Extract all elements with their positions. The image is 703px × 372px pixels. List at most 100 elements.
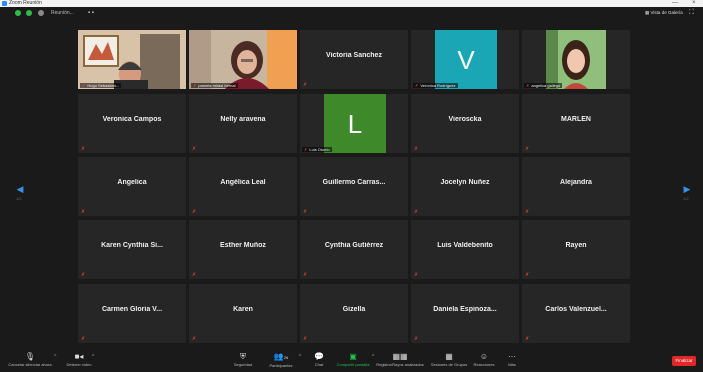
security-button[interactable]: ⛨ Seguridad [229, 352, 257, 368]
meeting-info-label[interactable]: Reunión... [51, 9, 74, 17]
participant-tile[interactable]: Cynthia Gutiérrez ✗ [300, 220, 408, 279]
window-title: Zoom Reunión [9, 0, 42, 6]
participant-tile[interactable]: Jocelyn Nuñez ✗ [411, 157, 519, 216]
participant-tile[interactable]: Gizella ✗ [300, 284, 408, 343]
reactions-button[interactable]: ☺ Reacciones [470, 352, 498, 368]
muted-mic-icon: ✗ [525, 272, 530, 278]
video-options-caret-icon[interactable]: ^ [92, 354, 94, 360]
participant-tile[interactable]: L ✗ Luis Osorio [300, 94, 408, 153]
participant-tile[interactable]: Vieroscka ✗ [411, 94, 519, 153]
participant-tile[interactable]: Alejandra ✗ [522, 157, 630, 216]
participant-name-text: Verónica Rodríguez [420, 83, 456, 88]
participant-name-text: Luis Osorio [309, 147, 330, 152]
participant-video-tile[interactable]: ✗ Hugo Sebastian... [78, 30, 186, 89]
participant-name: Jocelyn Nuñez [440, 179, 490, 186]
record-button[interactable]: ▦▦ Registro/Rayos analizados [376, 352, 424, 368]
participant-video-tile[interactable]: ✗ angelica gallego [522, 30, 630, 89]
ellipsis-icon: ··· [508, 352, 516, 361]
participant-tile[interactable]: V ✗ Verónica Rodríguez [411, 30, 519, 89]
participant-tile[interactable]: Guillermo Carras... ✗ [300, 157, 408, 216]
participant-name: Carlos Valenzuel... [545, 306, 607, 313]
participant-name-label: ✗ pamela mirasi bernal [191, 83, 238, 88]
participant-tile[interactable]: Victoria Sanchez ✗ [300, 30, 408, 89]
breakout-rooms-button[interactable]: ▦ Sesiones de Grupos [430, 352, 468, 368]
share-screen-label: Compartir pantalla [336, 362, 370, 367]
reactions-label: Reacciones [473, 362, 495, 367]
participant-avatar-letter: V [435, 30, 497, 89]
participant-tile[interactable]: Esther Muñoz ✗ [189, 220, 297, 279]
muted-mic-icon: ✗ [193, 83, 197, 88]
encryption-shield-icon[interactable] [15, 10, 21, 16]
muted-mic-icon: ✗ [304, 147, 308, 152]
microphone-icon: 🎙 [24, 352, 36, 361]
muted-mic-icon: ✗ [192, 146, 197, 152]
participants-button[interactable]: 👥26 Participantes [264, 352, 298, 369]
participant-tile[interactable]: Karen Cynthia Si... ✗ [78, 220, 186, 279]
prev-page-arrow-icon[interactable]: ◀ [15, 183, 25, 195]
smiley-icon: ☺ [479, 352, 489, 361]
muted-mic-icon: ✗ [303, 272, 308, 278]
participant-tile[interactable]: Nelly aravena ✗ [189, 94, 297, 153]
participant-tile[interactable]: Angelica ✗ [78, 157, 186, 216]
participants-caret-icon[interactable]: ^ [299, 354, 301, 360]
muted-mic-icon: ✗ [414, 146, 419, 152]
participant-tile[interactable]: Angélica Leal ✗ [189, 157, 297, 216]
video-camera-icon: ■◂ [74, 352, 84, 361]
participant-video-tile[interactable]: ✗ pamela mirasi bernal [189, 30, 297, 89]
end-meeting-button[interactable]: Finalizar [672, 356, 696, 366]
participant-name: Guillermo Carras... [322, 179, 386, 186]
fullscreen-icon[interactable]: ⛶ [689, 9, 694, 17]
participant-name: Victoria Sanchez [326, 52, 382, 59]
muted-mic-icon: ✗ [303, 336, 308, 342]
participant-name: Karen Cynthia Si... [101, 242, 163, 249]
participant-name-text: Hugo Sebastian... [87, 83, 120, 88]
gallery-view-label: Vista de Galería [650, 10, 683, 15]
participant-name: Rayen [565, 242, 587, 249]
participant-tile[interactable]: Veronica Campos ✗ [78, 94, 186, 153]
share-options-caret-icon[interactable]: ^ [372, 354, 374, 360]
muted-mic-icon: ✗ [303, 209, 308, 215]
participant-video-feed [78, 30, 186, 89]
title-bar: Zoom Reunión — × [0, 0, 703, 7]
participant-tile[interactable]: Rayen ✗ [522, 220, 630, 279]
participant-tile[interactable]: Daniela Espinoza... ✗ [411, 284, 519, 343]
participant-tile[interactable]: Karen ✗ [189, 284, 297, 343]
participant-name-label: ✗ Verónica Rodríguez [413, 83, 458, 88]
participant-name-text: pamela mirasi bernal [198, 83, 236, 88]
meeting-toolbar: 🎙 Cancelar silenciar ahora ^ ■◂ Detener … [0, 351, 703, 372]
participant-tile[interactable]: Carlos Valenzuel... ✗ [522, 284, 630, 343]
participant-name: Alejandra [560, 179, 592, 186]
participant-name: Angélica Leal [220, 179, 266, 186]
record-icon: ▦▦ [392, 352, 408, 361]
participant-name: MARLEN [561, 116, 591, 123]
meeting-info-icon[interactable] [38, 10, 44, 16]
chat-button[interactable]: 💬 Chat [308, 352, 330, 368]
participant-tile[interactable]: Carmen Gloria V... ✗ [78, 284, 186, 343]
more-label: Más [508, 362, 516, 367]
more-button[interactable]: ··· Más [502, 352, 522, 368]
unmute-button[interactable]: 🎙 Cancelar silenciar ahora [8, 352, 52, 368]
participant-tile[interactable]: Luis Valdebenito ✗ [411, 220, 519, 279]
stop-video-button[interactable]: ■◂ Detener video [62, 352, 96, 368]
grid-layout-icon[interactable]: ▪ ▪ [88, 9, 94, 17]
participant-name: Karen [233, 306, 253, 313]
meeting-top-bar: Reunión... ▪ ▪ ▦ Vista de Galería ⛶ [0, 7, 703, 19]
participant-name: Veronica Campos [102, 116, 162, 123]
muted-mic-icon: ✗ [414, 209, 419, 215]
minimize-button[interactable]: — [672, 0, 678, 7]
participant-name: Daniela Espinoza... [433, 306, 497, 313]
share-screen-button[interactable]: ▣ Compartir pantalla [334, 352, 372, 368]
close-button[interactable]: × [692, 0, 696, 7]
muted-mic-icon: ✗ [414, 272, 419, 278]
participant-name: Cynthia Gutiérrez [324, 242, 384, 249]
participant-name: Vieroscka [448, 116, 482, 123]
stop-video-label: Detener video [66, 362, 92, 367]
muted-mic-icon: ✗ [192, 272, 197, 278]
next-page-arrow-icon[interactable]: ▶ [682, 183, 692, 195]
record-label: Registro/Rayos analizados [376, 362, 424, 367]
prev-page-indicator: 1/2 [16, 196, 22, 201]
connection-status-icon[interactable] [26, 10, 32, 16]
gallery-view-button[interactable]: ▦ Vista de Galería [645, 9, 683, 17]
participant-tile[interactable]: MARLEN ✗ [522, 94, 630, 153]
audio-options-caret-icon[interactable]: ^ [54, 354, 56, 360]
